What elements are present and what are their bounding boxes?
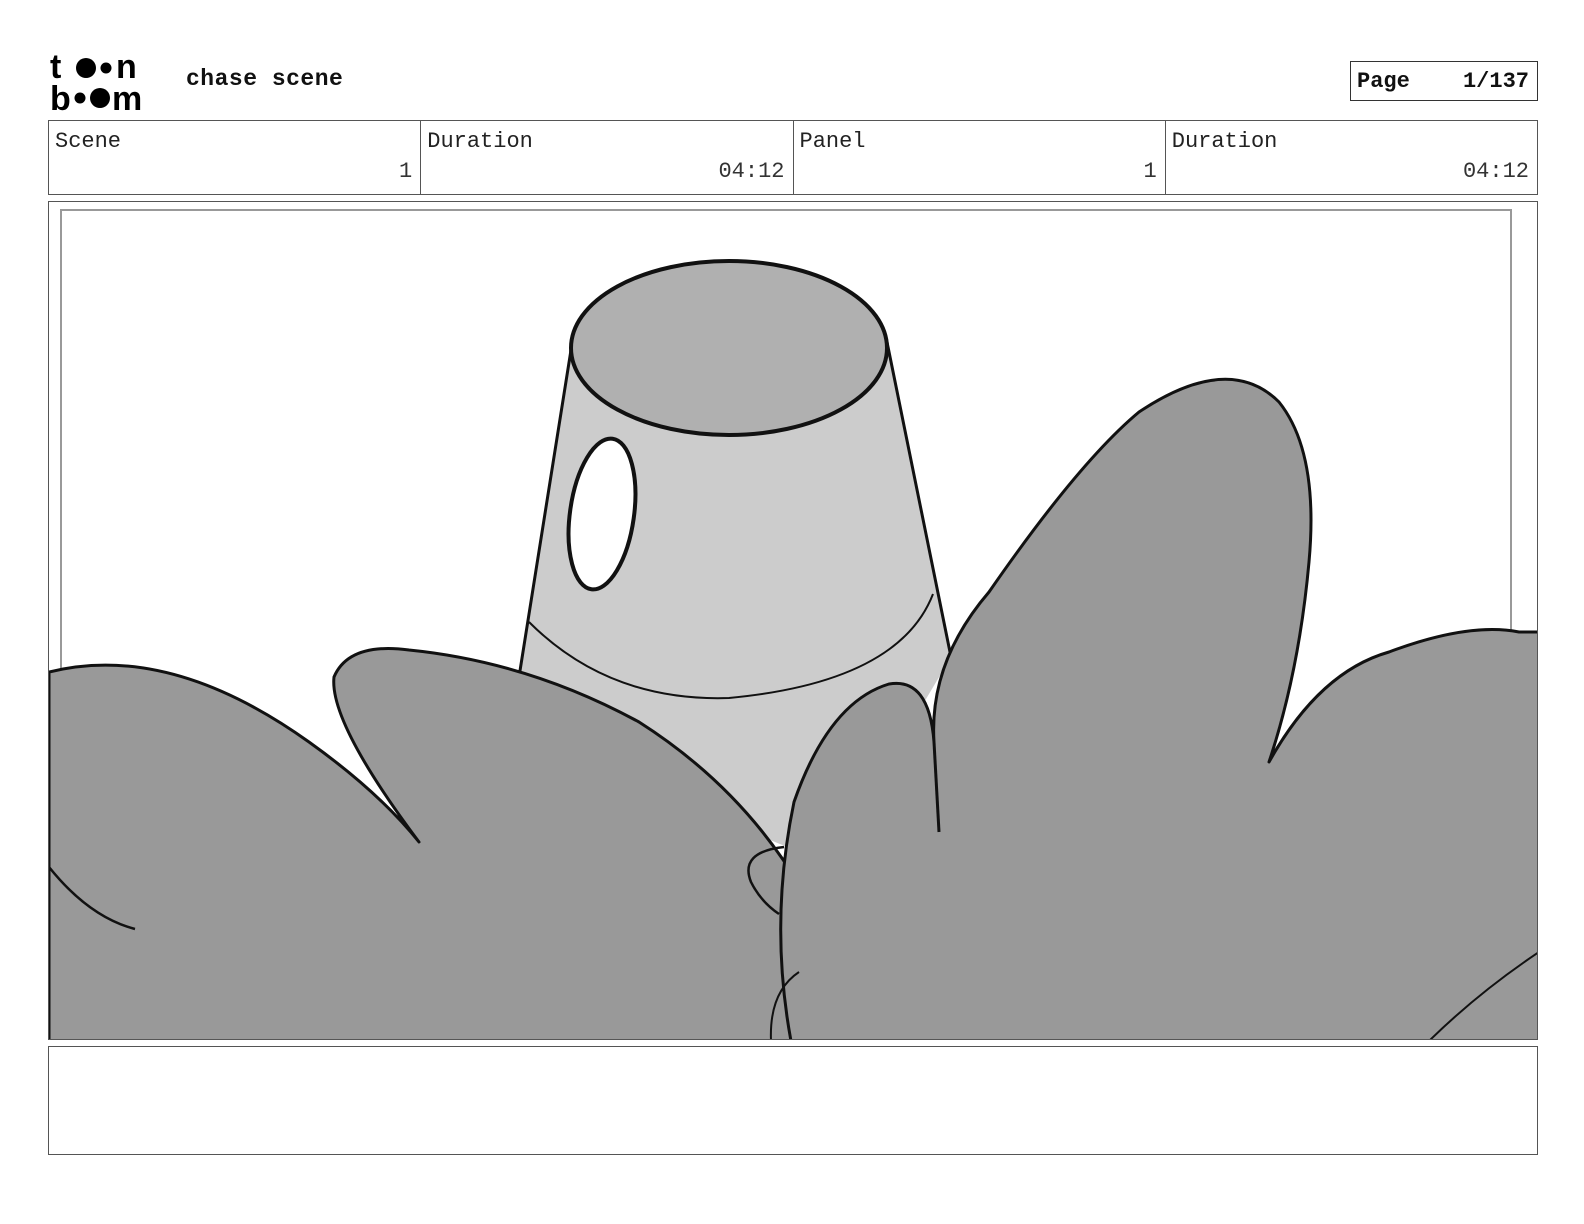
storyboard-drawing-icon	[49, 209, 1537, 1039]
panel-notes-area[interactable]	[48, 1046, 1538, 1155]
panel-duration-cell: Duration 04:12	[1166, 121, 1537, 194]
project-title: chase scene	[186, 66, 344, 92]
scene-duration-cell: Duration 04:12	[421, 121, 794, 194]
scene-label: Scene	[55, 129, 122, 154]
scene-duration-value: 04:12	[718, 159, 785, 184]
page-label: Page	[1357, 68, 1410, 94]
panel-duration-value: 04:12	[1462, 159, 1529, 184]
svg-text:m: m	[112, 80, 142, 112]
toonboom-logo-icon: t n b m	[50, 48, 142, 118]
svg-text:b: b	[50, 80, 71, 112]
panel-cell: Panel 1	[794, 121, 1166, 194]
scene-info-table: Scene 1 Duration 04:12 Panel 1 Duration …	[48, 120, 1538, 195]
panel-duration-label: Duration	[1171, 129, 1278, 154]
scene-cell: Scene 1	[49, 121, 422, 194]
toonboom-logo: t n b m	[50, 48, 166, 118]
storyboard-panel[interactable]	[48, 201, 1538, 1040]
panel-value: 1	[1143, 159, 1157, 184]
page-number: 1/137	[1462, 68, 1529, 94]
panel-label: Panel	[799, 129, 866, 154]
scene-value: 1	[399, 159, 413, 184]
scene-duration-label: Duration	[427, 129, 533, 154]
page-indicator: Page 1/137	[1350, 61, 1538, 101]
